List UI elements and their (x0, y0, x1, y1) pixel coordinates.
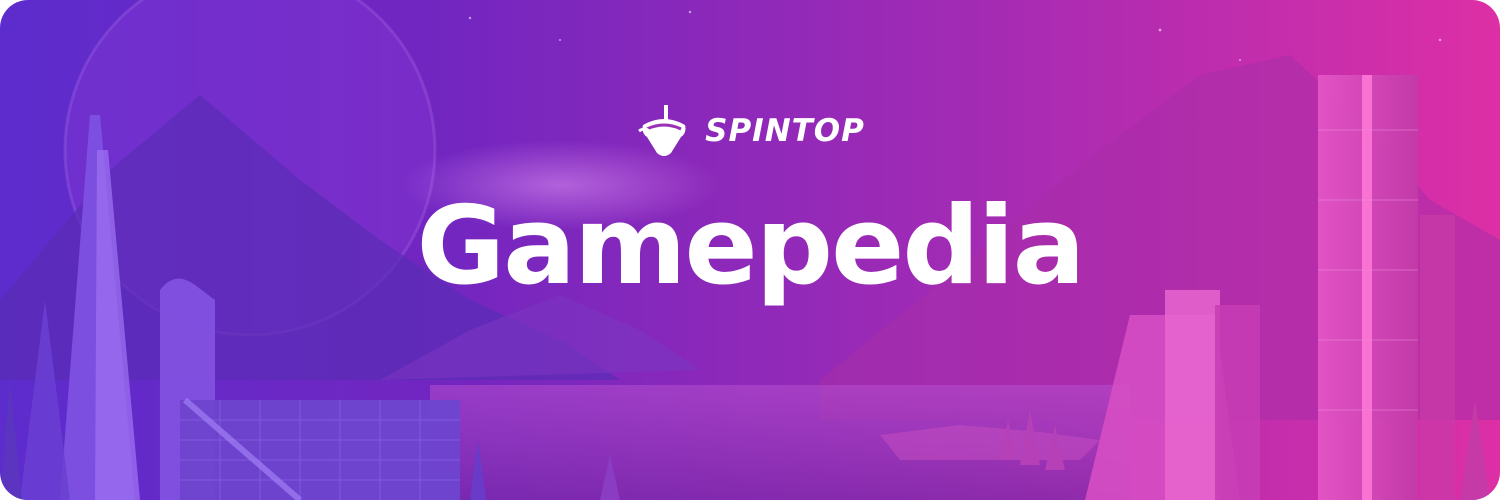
left-building (180, 400, 460, 500)
page-title: Gamepedia (416, 184, 1085, 309)
spintop-logo: SPINTOP (0, 105, 1500, 156)
brand-name: SPINTOP (705, 113, 865, 149)
gamepedia-banner: SPINTOP Gamepedia (0, 0, 1500, 500)
spinning-top-icon (638, 105, 686, 156)
